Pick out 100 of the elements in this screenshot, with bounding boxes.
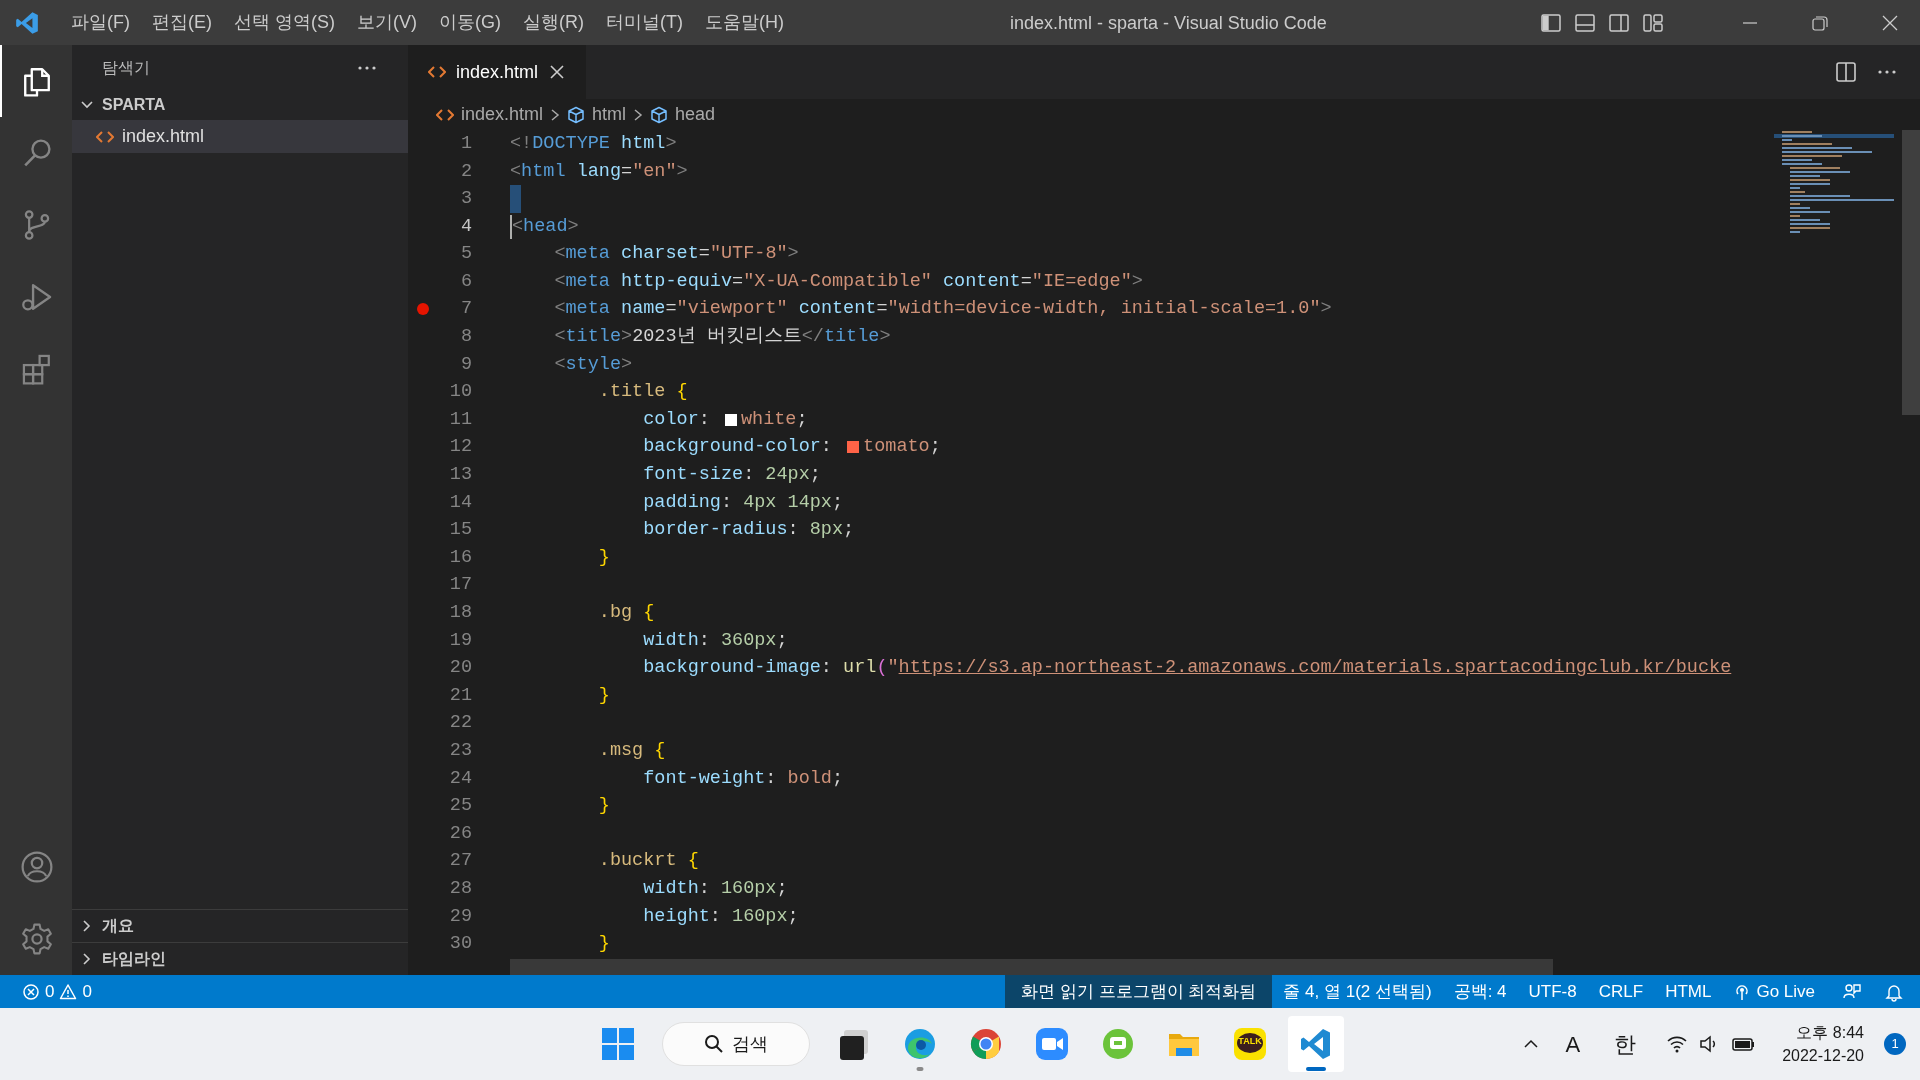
line-number: 17: [448, 573, 472, 598]
status-item[interactable]: UTF-8: [1517, 975, 1588, 1008]
menu-item[interactable]: 도움말(H): [693, 7, 795, 38]
color-swatch[interactable]: [723, 412, 738, 427]
code-file-icon: [428, 65, 446, 79]
taskbar-app[interactable]: TALK: [1222, 1016, 1278, 1072]
video-camera-icon: [1034, 1026, 1070, 1062]
code-line: background-color: tomato;: [642, 435, 941, 460]
code-line: <style>: [553, 352, 633, 377]
code-line: font-weight: bold;: [642, 766, 844, 791]
line-number: 9: [459, 352, 472, 377]
code-line: height: 160px;: [642, 904, 799, 929]
text-cursor: [510, 214, 512, 239]
panel-header[interactable]: 개요: [72, 909, 408, 942]
status-item[interactable]: CRLF: [1587, 975, 1655, 1008]
split-editor-icon[interactable]: [1834, 60, 1858, 84]
status-item[interactable]: 줄 4, 열 1(2 선택됨): [1272, 975, 1443, 1008]
close-icon[interactable]: [548, 63, 567, 81]
code-file-icon: [436, 107, 454, 122]
app-label: TALK: [1237, 1037, 1263, 1046]
code-line: <meta name="viewport" content="width=device-width, initial-scale=1.0">: [553, 297, 1332, 322]
app-logo-icon: [14, 9, 40, 36]
clock[interactable]: 오후 8:44 2022-12-20: [1776, 1021, 1870, 1067]
status-item[interactable]: Go Live: [1722, 975, 1826, 1008]
editor-tab[interactable]: index.html: [408, 45, 587, 99]
problems-indicator[interactable]: 0 0: [0, 975, 114, 1008]
code-line: color: white;: [642, 407, 808, 432]
line-number: 11: [448, 407, 472, 432]
color-swatch[interactable]: [846, 440, 861, 455]
input-language-indicator[interactable]: 한: [1604, 1027, 1647, 1061]
code-line: }: [597, 932, 610, 957]
code-line: .buckrt {: [597, 849, 699, 874]
chevron-icon: [549, 107, 562, 122]
chat-bubble-icon: [1100, 1026, 1136, 1062]
code-line: <title>2023년 버킷리스트</title>: [553, 325, 891, 350]
status-item[interactable]: 공백: 4: [1442, 975, 1518, 1008]
code-line: <head>: [512, 214, 579, 239]
line-number: 16: [448, 545, 472, 570]
browser-icon: [902, 1026, 938, 1062]
menu-item[interactable]: 실행(R): [512, 7, 595, 38]
code-line: font-size: 24px;: [642, 463, 821, 488]
status-item[interactable]: HTML: [1654, 975, 1723, 1008]
code-line: width: 160px;: [642, 876, 788, 901]
file-item[interactable]: index.html: [72, 120, 408, 153]
scrollbar-thumb[interactable]: [1902, 130, 1920, 415]
line-number: 12: [448, 435, 472, 460]
line-number: 19: [448, 628, 472, 653]
line-number: 23: [448, 739, 472, 763]
code-line: width: 360px;: [642, 628, 788, 653]
code-line: }: [597, 794, 610, 819]
menu-item[interactable]: 터미널(T): [595, 7, 694, 38]
line-number: 3: [459, 187, 472, 212]
line-number: 22: [448, 711, 472, 736]
chat-app-icon: [1232, 1026, 1268, 1062]
account-icon[interactable]: [20, 850, 54, 884]
folder-header[interactable]: SPARTA: [72, 90, 408, 120]
start-icon[interactable]: [601, 1027, 635, 1061]
menu-item[interactable]: 편집(E): [141, 7, 223, 38]
menu-item[interactable]: 이동(G): [428, 7, 512, 38]
settings-icon[interactable]: [20, 922, 54, 956]
code-file-icon: [96, 129, 114, 144]
line-number: 21: [448, 683, 472, 708]
line-number: 13: [448, 463, 472, 488]
line-number: 6: [459, 269, 472, 294]
status-item[interactable]: 화면 읽기 프로그램이 최적화됨: [1005, 975, 1273, 1008]
cube-icon: [567, 105, 586, 124]
breadcrumb-item[interactable]: html: [567, 101, 627, 128]
chevron-icon: [632, 107, 645, 122]
input-mode-indicator[interactable]: A: [1555, 1027, 1591, 1061]
code-line: border-radius: 8px;: [642, 518, 855, 543]
menu-item[interactable]: 선택 영역(S): [223, 7, 346, 38]
sidebar-title: 탐색기: [102, 57, 150, 78]
line-number: 14: [448, 490, 472, 515]
code-line: .msg {: [597, 739, 666, 763]
scrollbar-thumb[interactable]: [510, 959, 1553, 975]
wifi-icon[interactable]: [1666, 1034, 1689, 1054]
notification-badge[interactable]: 1: [1884, 1033, 1906, 1055]
code-line: }: [597, 545, 610, 570]
line-number: 4: [459, 214, 472, 239]
code-line: background-image: url("https://s3.ap-northeast-2.amazonaws.com/materials.spartacodingclub.kr/bucke: [642, 656, 1732, 681]
menu-item[interactable]: 보기(V): [346, 7, 428, 38]
line-number: 25: [448, 794, 472, 819]
line-number: 1: [459, 131, 472, 156]
line-number: 29: [448, 904, 472, 929]
cube-icon: [650, 105, 669, 124]
code-line: .bg {: [597, 601, 655, 625]
line-number: 30: [448, 932, 472, 957]
line-number: 24: [448, 766, 472, 791]
code-line: <meta charset="UTF-8">: [553, 242, 799, 267]
code-line: <!DOCTYPE html>: [510, 131, 677, 156]
breadcrumb-item[interactable]: index.html: [436, 101, 544, 128]
line-number: 20: [448, 656, 472, 681]
menu-item[interactable]: 파일(F): [60, 7, 141, 38]
window-title: index.html - sparta - Visual Studio Code: [1010, 12, 1327, 35]
line-number: 8: [459, 325, 472, 350]
line-number: 7: [459, 297, 472, 322]
taskbar-search[interactable]: 검색: [662, 1022, 810, 1066]
code-line: <html lang="en">: [510, 159, 688, 184]
line-number: 18: [448, 601, 472, 625]
breadcrumb-item[interactable]: head: [650, 101, 716, 128]
